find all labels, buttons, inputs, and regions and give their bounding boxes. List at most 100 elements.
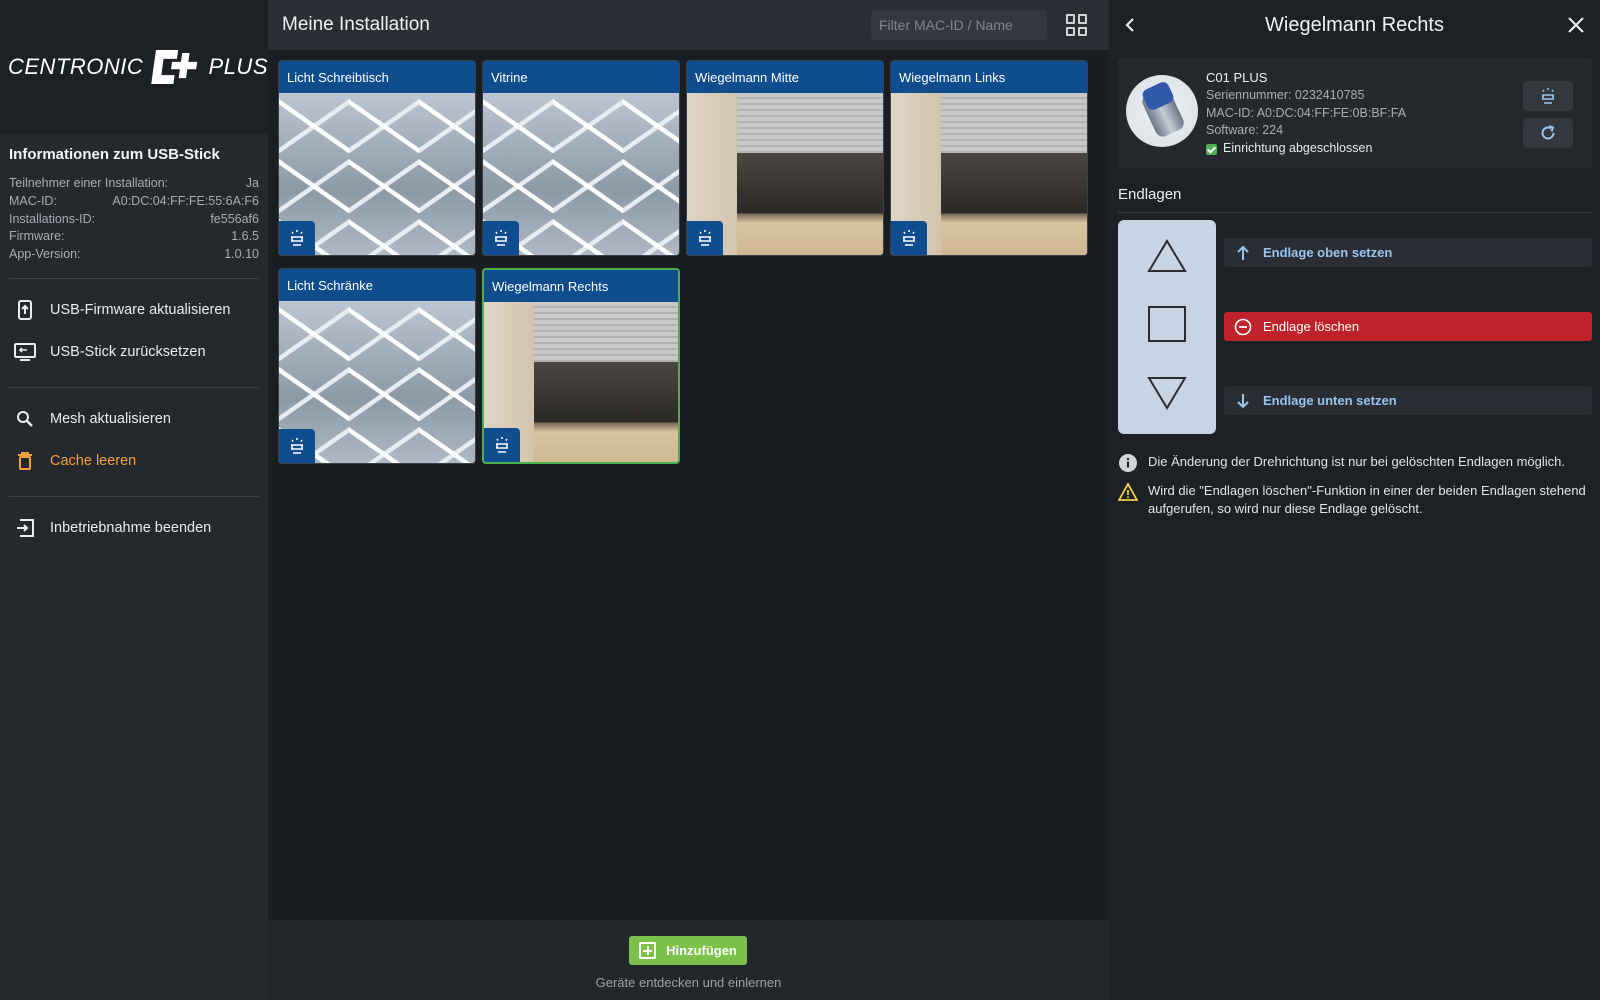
menu-label: Mesh aktualisieren — [50, 410, 171, 427]
identify-button[interactable] — [1523, 81, 1573, 111]
exit-icon — [14, 517, 36, 539]
info-value: 1.0.10 — [224, 247, 259, 262]
arrow-down-icon — [1234, 392, 1252, 410]
menu-label: Cache leeren — [50, 452, 137, 469]
device-card[interactable]: Vitrine — [482, 60, 680, 256]
refresh-icon — [1541, 125, 1555, 140]
search-icon — [14, 408, 36, 430]
page-title: Meine Installation — [282, 14, 430, 35]
info-label: App-Version: — [9, 247, 81, 262]
setup-status-text: Einrichtung abgeschlossen — [1223, 141, 1373, 156]
installation-header: Meine Installation — [268, 0, 1109, 50]
add-hint: Geräte entdecken und einlernen — [595, 975, 782, 990]
device-mac: MAC-ID: A0:DC:04:FF:FE:0B:BF:FA — [1206, 105, 1407, 120]
info-note: Die Änderung der Drehrichtung ist nur be… — [1118, 453, 1592, 473]
add-device-button[interactable]: Hinzufügen — [629, 936, 747, 965]
arrow-up-icon — [1234, 244, 1252, 262]
warning-icon — [1118, 482, 1138, 501]
panel-title: Wiegelmann Rechts — [1265, 13, 1444, 36]
filter-input[interactable] — [871, 10, 1047, 40]
menu-usb-firmware-update[interactable]: USB-Firmware aktualisieren — [0, 289, 268, 331]
menu-finish-commissioning[interactable]: Inbetriebnahme beenden — [0, 507, 268, 549]
device-card-title: Wiegelmann Mitte — [687, 61, 883, 93]
brand-mark-icon — [151, 49, 198, 85]
device-card[interactable]: Wiegelmann Mitte — [686, 60, 884, 256]
info-row: Firmware: 1.6.5 — [9, 228, 259, 246]
device-info-card: C01 PLUS Seriennummer: 0232410785 MAC-ID… — [1118, 58, 1592, 168]
brand-left: CENTRONIC — [8, 54, 144, 79]
shutter-device-icon — [891, 221, 927, 255]
info-label: MAC-ID: — [9, 193, 57, 208]
device-detail-panel: Wiegelmann Rechts C01 PLUS Seriennummer:… — [1109, 0, 1600, 1000]
device-card[interactable]: Wiegelmann Links — [890, 60, 1088, 256]
device-model: C01 PLUS — [1206, 70, 1268, 85]
device-card-title: Wiegelmann Links — [891, 61, 1087, 93]
device-software: Software: 224 — [1206, 123, 1284, 138]
refresh-button[interactable] — [1523, 118, 1573, 148]
shutter-control — [1118, 220, 1216, 434]
divider — [9, 495, 259, 497]
device-avatar — [1126, 75, 1198, 147]
add-button-label: Hinzufügen — [666, 943, 737, 958]
shutter-device-icon — [484, 428, 520, 462]
info-row: App-Version: 1.0.10 — [9, 246, 259, 264]
device-info: C01 PLUS Seriennummer: 0232410785 MAC-ID… — [1206, 69, 1406, 158]
info-label: Teilnehmer einer Installation: — [9, 176, 169, 190]
set-top-limit-button[interactable]: Endlage oben setzen — [1224, 238, 1592, 267]
minus-circle-icon — [1234, 318, 1252, 336]
app-window: CENTRONIC PLUS Informationen zum USB-Sti… — [0, 0, 1600, 1000]
info-row: Teilnehmer einer Installation: Ja — [9, 175, 259, 193]
info-row: MAC-ID: A0:DC:04:FF:FE:55:6A:F6 — [9, 193, 259, 211]
device-serial: Seriennummer: 0232410785 — [1206, 87, 1365, 102]
device-card-title: Vitrine — [483, 61, 679, 93]
usb-info: Informationen zum USB-Stick Teilnehmer e… — [0, 134, 268, 264]
delete-limits-button[interactable]: Endlage löschen — [1224, 312, 1592, 341]
usb-info-title: Informationen zum USB-Stick — [9, 146, 220, 163]
info-value: A0:DC:04:FF:FE:55:6A:F6 — [112, 193, 259, 208]
divider — [9, 277, 259, 279]
device-card-title: Licht Schränke — [279, 269, 475, 301]
light-device-icon — [1542, 88, 1554, 104]
usb-upload-icon — [14, 299, 36, 321]
info-icon — [1119, 454, 1137, 472]
check-icon — [1206, 143, 1217, 155]
menu-label: USB-Stick zurücksetzen — [50, 343, 206, 360]
info-label: Installations-ID: — [9, 211, 96, 226]
setup-status: Einrichtung abgeschlossen — [1206, 140, 1406, 158]
device-card[interactable]: Licht Schreibtisch — [278, 60, 476, 256]
action-label: Endlage löschen — [1263, 319, 1360, 334]
shutter-device-icon — [687, 221, 723, 255]
grid-view-icon[interactable] — [1066, 14, 1088, 36]
menu-clear-cache[interactable]: Cache leeren — [0, 440, 268, 482]
info-value: fe556af6 — [210, 211, 259, 226]
triangle-up-icon[interactable] — [1146, 237, 1188, 277]
installation-view: Meine Installation Licht Schreibtisch Vi… — [268, 0, 1109, 1000]
device-card-selected[interactable]: Wiegelmann Rechts — [482, 268, 680, 464]
action-label: Endlage unten setzen — [1263, 393, 1397, 408]
brand-logo: CENTRONIC PLUS — [0, 0, 268, 134]
warning-note-text: Wird die "Endlagen löschen"-Funktion in … — [1148, 483, 1586, 516]
stop-square-icon[interactable] — [1146, 304, 1188, 344]
menu-mesh-update[interactable]: Mesh aktualisieren — [0, 398, 268, 440]
triangle-down-icon[interactable] — [1146, 372, 1188, 412]
light-device-icon — [279, 221, 315, 255]
menu-label: USB-Firmware aktualisieren — [50, 301, 231, 318]
warning-note: Wird die "Endlagen löschen"-Funktion in … — [1118, 482, 1592, 518]
brand-right: PLUS — [208, 54, 268, 79]
info-value: 1.6.5 — [231, 229, 259, 244]
divider — [1118, 212, 1592, 213]
section-title: Endlagen — [1118, 186, 1182, 203]
close-icon[interactable] — [1565, 14, 1587, 36]
menu-label: Inbetriebnahme beenden — [50, 519, 212, 536]
menu-usb-reset[interactable]: USB-Stick zurücksetzen — [0, 331, 268, 373]
info-value: Ja — [245, 176, 259, 190]
device-card-title: Wiegelmann Rechts — [484, 270, 678, 302]
device-card[interactable]: Licht Schränke — [278, 268, 476, 464]
info-label: Firmware: — [9, 229, 65, 244]
info-row: Installations-ID: fe556af6 — [9, 211, 259, 229]
panel-header: Wiegelmann Rechts — [1109, 0, 1600, 50]
set-bottom-limit-button[interactable]: Endlage unten setzen — [1224, 386, 1592, 415]
light-device-icon — [279, 429, 315, 463]
device-card-title: Licht Schreibtisch — [279, 61, 475, 93]
info-note-text: Die Änderung der Drehrichtung ist nur be… — [1148, 454, 1565, 469]
